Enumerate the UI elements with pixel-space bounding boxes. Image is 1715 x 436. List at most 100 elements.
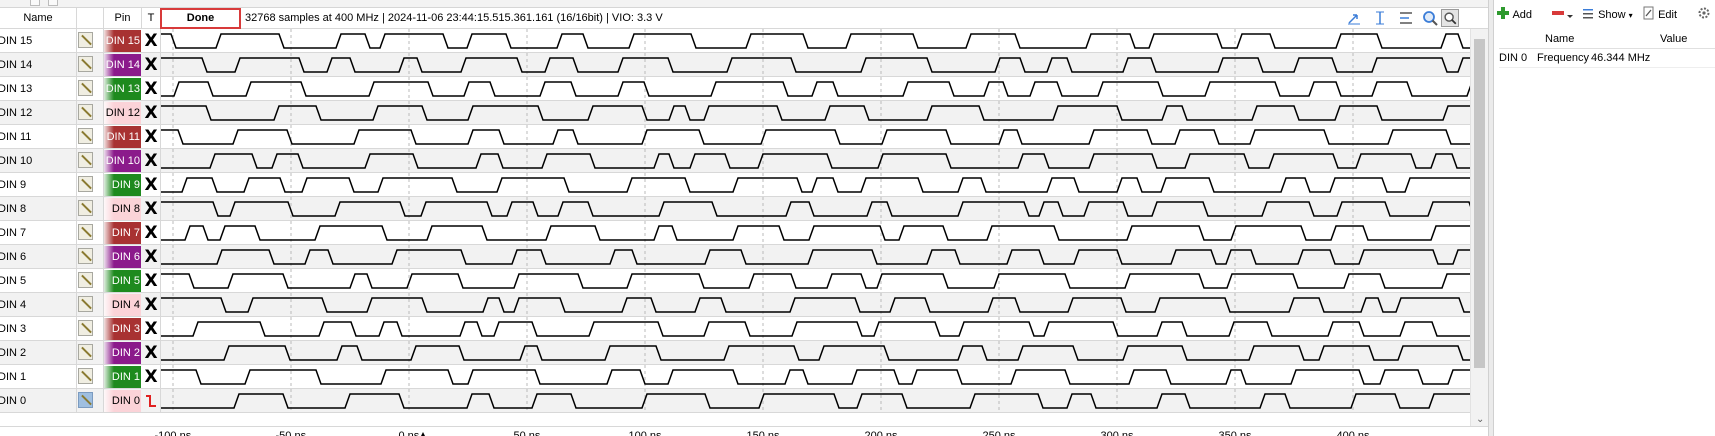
trigger-dont-care[interactable]: X: [142, 269, 161, 293]
zoom-fit-icon[interactable]: [1441, 9, 1459, 27]
pin-label[interactable]: DIN 2: [104, 342, 141, 364]
trigger-falling-edge-icon[interactable]: [142, 389, 161, 413]
trigger-marker-icon[interactable]: [419, 432, 427, 436]
trigger-dont-care[interactable]: X: [142, 77, 161, 101]
channel-name[interactable]: DIN 2: [0, 341, 77, 365]
waveform-trace[interactable]: [161, 369, 1470, 385]
channel-name[interactable]: DIN 12: [0, 101, 77, 125]
pin-label[interactable]: DIN 15: [104, 30, 141, 52]
channel-name[interactable]: DIN 6: [0, 245, 77, 269]
waveform-area[interactable]: [161, 29, 1470, 413]
scroll-down-icon[interactable]: ⌄: [1476, 414, 1484, 425]
pin-label[interactable]: DIN 9: [104, 174, 141, 196]
col-value[interactable]: Value: [1660, 33, 1687, 45]
trigger-dont-care[interactable]: X: [142, 149, 161, 173]
header-name[interactable]: Name: [0, 8, 77, 29]
channel-name[interactable]: DIN 11: [0, 125, 77, 149]
scrollbar-thumb[interactable]: [1474, 39, 1485, 368]
zoom-icon[interactable]: [1421, 9, 1439, 27]
show-button[interactable]: Show ▾: [1581, 6, 1633, 22]
channel-name[interactable]: DIN 14: [0, 53, 77, 77]
waveform-trace[interactable]: [161, 345, 1470, 361]
line-style-icon[interactable]: [78, 32, 93, 48]
waveform-trace[interactable]: [161, 321, 1470, 337]
toolbar-nub-icon[interactable]: [48, 0, 58, 6]
waveform-trace[interactable]: [161, 225, 1470, 241]
line-style-icon[interactable]: [78, 104, 93, 120]
pin-label[interactable]: DIN 14: [104, 54, 141, 76]
channel-name[interactable]: DIN 1: [0, 365, 77, 389]
trigger-dont-care[interactable]: X: [142, 293, 161, 317]
channel-name[interactable]: DIN 5: [0, 269, 77, 293]
trigger-dont-care[interactable]: X: [142, 221, 161, 245]
status-done-button[interactable]: Done: [160, 8, 241, 29]
line-style-icon[interactable]: [78, 296, 93, 312]
line-style-icon[interactable]: [78, 80, 93, 96]
channel-name[interactable]: DIN 8: [0, 197, 77, 221]
channel-name[interactable]: DIN 0: [0, 389, 77, 413]
line-style-icon[interactable]: [78, 248, 93, 264]
line-style-icon[interactable]: [78, 368, 93, 384]
trigger-dont-care[interactable]: X: [142, 341, 161, 365]
line-style-icon[interactable]: [78, 128, 93, 144]
waveform-trace[interactable]: [161, 153, 1470, 169]
channel-name[interactable]: DIN 13: [0, 77, 77, 101]
remove-button[interactable]: [1550, 6, 1574, 22]
col-name[interactable]: Name: [1545, 33, 1574, 45]
trigger-dont-care[interactable]: X: [142, 53, 161, 77]
pin-label[interactable]: DIN 0: [104, 390, 141, 412]
pin-label[interactable]: DIN 11: [104, 126, 141, 148]
line-style-icon[interactable]: [78, 152, 93, 168]
align-icon[interactable]: [1397, 9, 1415, 27]
header-trigger[interactable]: T: [142, 8, 161, 29]
pin-label[interactable]: DIN 4: [104, 294, 141, 316]
trigger-dont-care[interactable]: X: [142, 125, 161, 149]
trigger-dont-care[interactable]: X: [142, 245, 161, 269]
pin-label[interactable]: DIN 5: [104, 270, 141, 292]
add-button[interactable]: Add: [1496, 6, 1532, 22]
waveform-trace[interactable]: [161, 273, 1470, 289]
waveform-trace[interactable]: [161, 177, 1470, 193]
pin-label[interactable]: DIN 3: [104, 318, 141, 340]
pin-label[interactable]: DIN 8: [104, 198, 141, 220]
edit-button[interactable]: Edit: [1643, 6, 1677, 22]
pin-label[interactable]: DIN 7: [104, 222, 141, 244]
channel-name[interactable]: DIN 10: [0, 149, 77, 173]
channel-name[interactable]: DIN 15: [0, 29, 77, 53]
waveform-trace[interactable]: [161, 105, 1470, 121]
measurement-row[interactable]: DIN 0 Frequency 46.344 MHz: [1499, 50, 1715, 68]
line-style-icon[interactable]: [78, 200, 93, 216]
channel-name[interactable]: DIN 3: [0, 317, 77, 341]
channel-name[interactable]: DIN 7: [0, 221, 77, 245]
pin-label[interactable]: DIN 1: [104, 366, 141, 388]
vertical-scrollbar[interactable]: ⌄: [1470, 29, 1488, 427]
waveform-trace[interactable]: [161, 33, 1470, 49]
waveform-trace[interactable]: [161, 57, 1470, 73]
waveform-trace[interactable]: [161, 249, 1470, 265]
line-style-icon[interactable]: [78, 320, 93, 336]
cursor-b-icon[interactable]: [1371, 9, 1389, 27]
header-pin[interactable]: Pin: [104, 8, 142, 29]
time-ruler[interactable]: -100 ns -50 ns 0 ns 50 ns 100 ns 150 ns 200 ns…: [0, 426, 1488, 436]
line-style-icon[interactable]: [78, 344, 93, 360]
waveform-trace[interactable]: [161, 201, 1470, 217]
waveform-trace[interactable]: [161, 81, 1470, 97]
trigger-dont-care[interactable]: X: [142, 365, 161, 389]
pin-label[interactable]: DIN 10: [104, 150, 141, 172]
cursor-a-icon[interactable]: [1345, 9, 1363, 27]
line-style-icon[interactable]: [78, 176, 93, 192]
line-style-icon[interactable]: [78, 56, 93, 72]
pin-label[interactable]: DIN 12: [104, 102, 141, 124]
trigger-dont-care[interactable]: X: [142, 197, 161, 221]
pin-label[interactable]: DIN 6: [104, 246, 141, 268]
channel-name[interactable]: DIN 4: [0, 293, 77, 317]
trigger-dont-care[interactable]: X: [142, 173, 161, 197]
toolbar-nub-icon[interactable]: [30, 0, 40, 6]
trigger-dont-care[interactable]: X: [142, 101, 161, 125]
line-style-icon[interactable]: [78, 392, 93, 408]
trigger-dont-care[interactable]: X: [142, 317, 161, 341]
line-style-icon[interactable]: [78, 224, 93, 240]
channel-name[interactable]: DIN 9: [0, 173, 77, 197]
pin-label[interactable]: DIN 13: [104, 78, 141, 100]
waveform-trace[interactable]: [161, 393, 1470, 409]
